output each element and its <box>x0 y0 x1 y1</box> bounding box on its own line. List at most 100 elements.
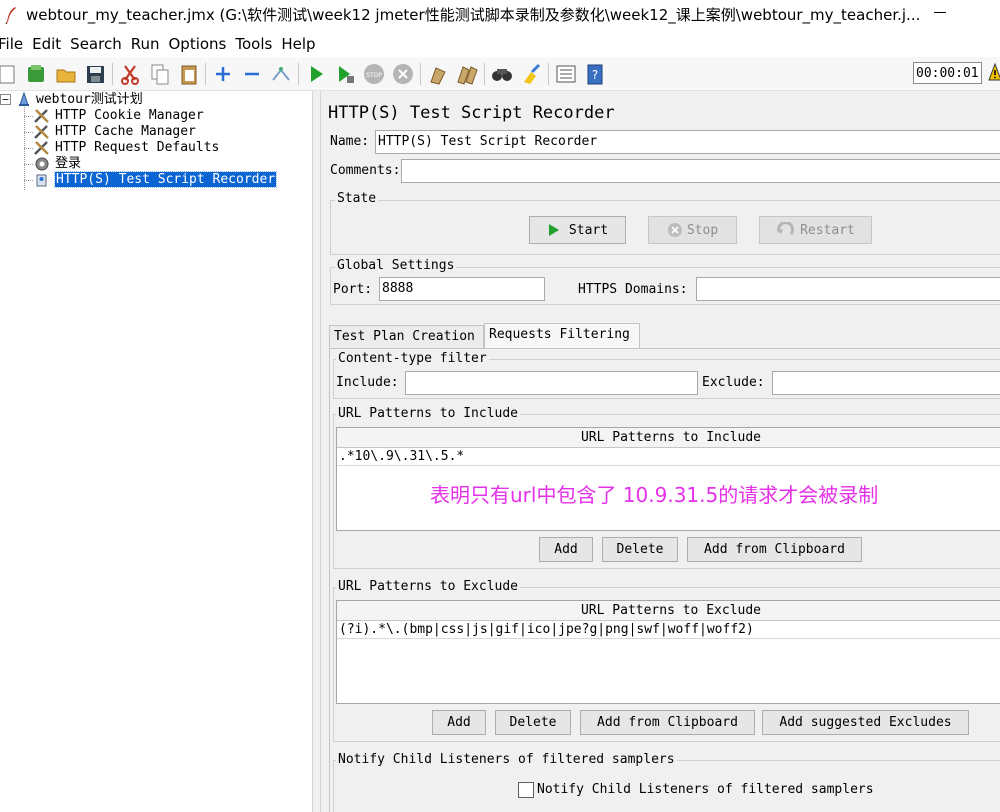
restart-button[interactable]: Restart <box>759 216 872 244</box>
url-exclude-column-header[interactable]: URL Patterns to Exclude <box>337 601 1000 621</box>
comments-label: Comments: <box>330 163 401 178</box>
menu-search[interactable]: Search <box>70 33 122 55</box>
exclude-delete-button[interactable]: Delete <box>495 710 571 735</box>
tab-test-plan-creation[interactable]: Test Plan Creation <box>329 325 484 349</box>
menu-help[interactable]: Help <box>281 33 315 55</box>
menu-options[interactable]: Options <box>168 33 226 55</box>
thread-group-gear-icon <box>35 157 49 171</box>
content-type-filter-title: Content-type filter <box>336 351 489 366</box>
config-element-icon <box>34 125 49 139</box>
start-button[interactable]: Start <box>529 216 626 244</box>
save-icon[interactable] <box>83 62 107 86</box>
state-group-title: State <box>335 191 379 206</box>
shutdown-icon[interactable] <box>391 62 415 86</box>
tree-item-label: HTTP Cache Manager <box>55 124 196 139</box>
tree-item-test-plan[interactable]: webtour测试计划 <box>0 92 200 108</box>
tree-item-cookie-manager[interactable]: HTTP Cookie Manager <box>33 108 233 124</box>
content-type-include-field[interactable] <box>405 371 698 395</box>
url-include-column-header[interactable]: URL Patterns to Include <box>337 428 1000 448</box>
tree-item-cache-manager[interactable]: HTTP Cache Manager <box>33 124 233 140</box>
url-exclude-table[interactable]: URL Patterns to Exclude (?i).*\.(bmp|css… <box>336 600 1000 704</box>
clear-icon[interactable] <box>426 62 450 86</box>
include-label: Include: <box>336 375 399 390</box>
tree-item-label: HTTP Request Defaults <box>55 140 220 155</box>
play-icon <box>548 224 559 236</box>
new-icon[interactable] <box>0 62 18 86</box>
reset-search-icon[interactable] <box>519 62 543 86</box>
test-plan-icon <box>19 92 29 106</box>
content-type-exclude-field[interactable] <box>772 371 1000 395</box>
templates-icon[interactable] <box>24 62 48 86</box>
include-add-from-clipboard-button[interactable]: Add from Clipboard <box>687 537 862 562</box>
add-suggested-excludes-button[interactable]: Add suggested Excludes <box>762 710 969 735</box>
name-field[interactable]: HTTP(S) Test Script Recorder <box>375 130 1000 154</box>
annotation-text: 表明只有url中包含了 10.9.31.5的请求才会被录制 <box>430 483 879 507</box>
tree-line <box>24 180 33 181</box>
svg-text:STOP: STOP <box>366 72 382 79</box>
cut-icon[interactable] <box>118 62 142 86</box>
minimize-icon[interactable] <box>934 12 946 13</box>
table-row[interactable]: .*10\.9\.31\.5.* <box>337 448 1000 466</box>
notify-checkbox[interactable] <box>518 782 534 798</box>
tree-line <box>24 164 33 165</box>
recorder-icon <box>36 174 47 187</box>
expand-icon[interactable] <box>211 62 235 86</box>
test-plan-tree: webtour测试计划 HTTP Cookie Manager HTTP Cac… <box>0 91 312 812</box>
help-icon[interactable]: ? <box>583 62 607 86</box>
function-helper-icon[interactable] <box>554 62 578 86</box>
notify-group-title: Notify Child Listeners of filtered sampl… <box>336 752 677 767</box>
stop-icon[interactable]: STOP <box>362 62 386 86</box>
https-domains-field[interactable] <box>696 277 1000 301</box>
include-delete-button[interactable]: Delete <box>602 537 678 562</box>
window-title: webtour_my_teacher.jmx (G:\软件测试\week12 j… <box>26 6 921 24</box>
tree-item-request-defaults[interactable]: HTTP Request Defaults <box>33 140 233 156</box>
tree-line <box>24 116 33 117</box>
search-icon[interactable] <box>490 62 514 86</box>
tree-item-label: 登录 <box>55 156 82 171</box>
menu-edit[interactable]: Edit <box>32 33 61 55</box>
elapsed-timer: 00:00:01 <box>913 62 982 84</box>
exclude-add-from-clipboard-button[interactable]: Add from Clipboard <box>580 710 755 735</box>
global-settings-title: Global Settings <box>335 258 457 273</box>
open-icon[interactable] <box>54 62 78 86</box>
stop-button-label: Stop <box>686 222 719 238</box>
split-pane-divider[interactable] <box>312 91 321 812</box>
include-add-button[interactable]: Add <box>539 537 593 562</box>
tree-item-login[interactable]: 登录 <box>33 156 233 172</box>
toggle-icon[interactable] <box>269 62 293 86</box>
tree-line <box>24 132 33 133</box>
stop-circle-icon <box>667 223 682 237</box>
tree-item-label: webtour测试计划 <box>36 92 143 107</box>
start-no-pauses-icon[interactable] <box>333 62 357 86</box>
menu-tools[interactable]: Tools <box>235 33 272 55</box>
paste-icon[interactable] <box>177 62 201 86</box>
window-title-bar: webtour_my_teacher.jmx (G:\软件测试\week12 j… <box>0 0 1000 31</box>
tree-collapse-icon[interactable] <box>0 94 11 105</box>
menu-run[interactable]: Run <box>131 33 160 55</box>
tree-item-label: HTTP Cookie Manager <box>55 108 204 123</box>
config-element-icon <box>34 141 49 155</box>
notify-checkbox-label[interactable]: Notify Child Listeners of filtered sampl… <box>537 782 874 797</box>
port-label: Port: <box>333 282 373 297</box>
url-exclude-title: URL Patterns to Exclude <box>336 579 521 594</box>
tree-item-recorder[interactable]: HTTP(S) Test Script Recorder <box>33 171 293 188</box>
start-icon[interactable] <box>304 62 328 86</box>
stop-button[interactable]: Stop <box>648 216 737 244</box>
copy-icon[interactable] <box>148 62 172 86</box>
exclude-add-button[interactable]: Add <box>432 710 486 735</box>
recorder-panel: HTTP(S) Test Script Recorder Name: HTTP(… <box>321 91 1000 812</box>
restart-icon <box>777 222 795 235</box>
port-field[interactable]: 8888 <box>379 277 545 301</box>
jmeter-feather-icon <box>5 7 16 24</box>
tree-line <box>24 148 33 149</box>
svg-text:?: ? <box>592 68 598 82</box>
warning-icon[interactable] <box>988 62 1000 82</box>
clear-all-icon[interactable] <box>455 62 479 86</box>
name-label: Name: <box>330 134 370 149</box>
panel-title: HTTP(S) Test Script Recorder <box>328 103 615 123</box>
comments-field[interactable] <box>401 159 1000 183</box>
menu-file[interactable]: File <box>0 33 23 55</box>
collapse-icon[interactable] <box>240 62 264 86</box>
tab-requests-filtering[interactable]: Requests Filtering <box>484 323 640 349</box>
table-row[interactable]: (?i).*\.(bmp|css|js|gif|ico|jpe?g|png|sw… <box>337 621 1000 639</box>
